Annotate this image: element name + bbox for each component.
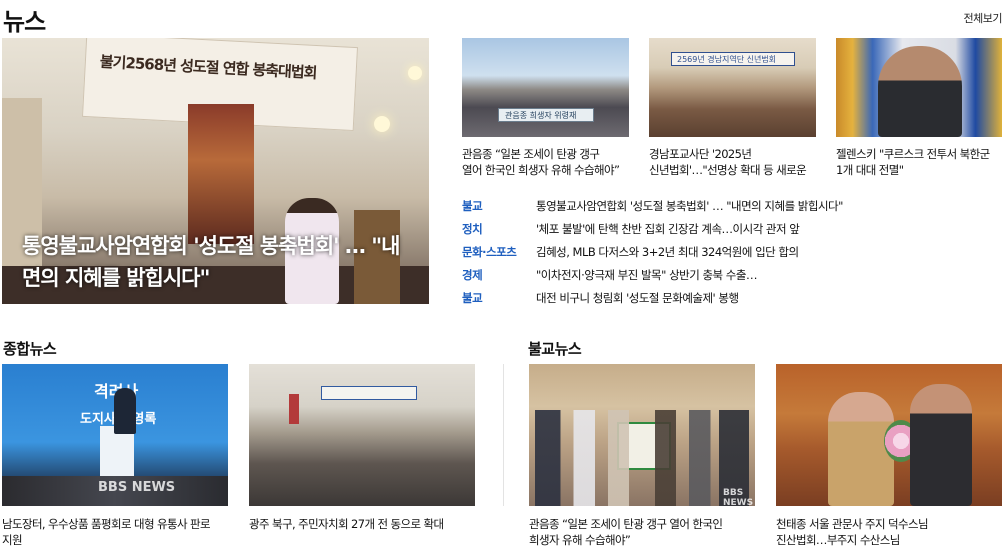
card-1-caption-line2: 지원 bbox=[2, 533, 23, 547]
thumb-news-3-image[interactable] bbox=[836, 38, 1002, 137]
card-2-flag bbox=[289, 394, 299, 424]
headline-title[interactable]: '체포 불발'에 탄핵 찬반 집회 긴장감 계속…이시각 관저 앞 bbox=[536, 221, 800, 237]
general-news-2-title[interactable]: 광주 북구, 주민자치회 27개 전 동으로 확대 bbox=[249, 516, 481, 532]
section-title-general-news[interactable]: 종합뉴스 bbox=[3, 338, 57, 359]
thumb-2-caption-line2: 신년법회'…"선명상 확대 등 새로운 bbox=[649, 163, 807, 177]
card-2-banner bbox=[321, 386, 417, 400]
buddhist-news-2-image[interactable] bbox=[776, 364, 1002, 506]
thumb-3-person bbox=[878, 46, 962, 137]
card-1-logo: BBS NEWS bbox=[98, 480, 176, 495]
card-3-logo: BBS NEWS bbox=[723, 488, 754, 506]
card-3-people bbox=[535, 410, 749, 506]
buddhist-news-2-title[interactable]: 천태종 서울 관문사 주지 덕수스님 진산법회…부주지 수산스님 bbox=[776, 516, 1002, 548]
card-2-caption-line1: 광주 북구, 주민자치회 27개 전 동으로 확대 bbox=[249, 517, 444, 531]
thumb-news-1-image[interactable]: 관음종 희생자 위령재 bbox=[462, 38, 629, 137]
hero-banner-text: 불기2568년 성도절 연합 봉축대법회 bbox=[99, 52, 317, 83]
section-title-buddhist-news[interactable]: 불교뉴스 bbox=[528, 338, 582, 359]
thumb-3-caption-line1: 젤렌스키 "쿠르스크 전투서 북한군 bbox=[836, 147, 990, 161]
hero-headline[interactable]: 통영불교사암연합회 '성도절 봉축법회' … "내면의 지혜를 밝힙시다" bbox=[22, 230, 412, 294]
headline-category[interactable]: 문화·스포츠 bbox=[462, 244, 517, 260]
section-divider bbox=[503, 364, 504, 506]
card-1-caption-line1: 남도장터, 우수상품 품평회로 대형 유통사 판로 bbox=[2, 517, 211, 531]
card-4-monk bbox=[828, 392, 894, 506]
thumb-2-caption-line1: 경남포교사단 '2025년 bbox=[649, 147, 752, 161]
buddhist-news-1-title[interactable]: 관음종 “일본 조세이 탄광 갱구 열어 한국인 희생자 유해 수습해야” bbox=[529, 516, 761, 548]
card-1-podium bbox=[100, 426, 134, 482]
thumb-1-caption-line1: 관음종 “일본 조세이 탄광 갱구 bbox=[462, 147, 600, 161]
hero-painting bbox=[188, 104, 254, 244]
thumb-1-caption-line2: 열어 한국인 희생자 유해 수습해야” bbox=[462, 163, 620, 177]
headline-category[interactable]: 불교 bbox=[462, 290, 483, 306]
general-news-1-image[interactable]: 격려사 도지사 김영록 BBS NEWS bbox=[2, 364, 228, 506]
general-news-1-title[interactable]: 남도장터, 우수상품 품평회로 대형 유통사 판로 지원 bbox=[2, 516, 234, 548]
thumb-news-1-title[interactable]: 관음종 “일본 조세이 탄광 갱구 열어 한국인 희생자 유해 수습해야” bbox=[462, 146, 630, 178]
thumb-news-2-title[interactable]: 경남포교사단 '2025년 신년법회'…"선명상 확대 등 새로운 bbox=[649, 146, 817, 178]
card-4-caption-line1: 천태종 서울 관문사 주지 덕수스님 bbox=[776, 517, 929, 531]
thumb-news-2-image[interactable]: 2569년 경남지역단 신년법회 bbox=[649, 38, 816, 137]
headline-title[interactable]: "이차전지·양극재 부진 발목" 상반기 충북 수출… bbox=[536, 267, 757, 283]
hero-news-card[interactable]: 불기2568년 성도절 연합 봉축대법회 통영불교사암연합회 '성도절 봉축법회… bbox=[2, 38, 429, 304]
headline-title[interactable]: 대전 비구니 청림회 '성도절 문화예술제' 봉행 bbox=[536, 290, 739, 306]
card-1-speaker bbox=[114, 388, 136, 434]
card-4-caption-line2: 진산법회…부주지 수산스님 bbox=[776, 533, 900, 547]
thumb-3-caption-line2: 1개 대대 전멸" bbox=[836, 163, 904, 177]
thumb-1-banner-text: 관음종 희생자 위령재 bbox=[505, 111, 577, 120]
page-title: 뉴스 bbox=[3, 8, 46, 36]
card-4-man bbox=[910, 384, 972, 506]
card-3-caption-line1: 관음종 “일본 조세이 탄광 갱구 열어 한국인 bbox=[529, 517, 723, 531]
hero-light bbox=[408, 66, 422, 80]
hero-light bbox=[374, 116, 390, 132]
thumb-2-banner-text: 2569년 경남지역단 신년법회 bbox=[677, 55, 777, 64]
general-news-2-image[interactable] bbox=[249, 364, 475, 506]
headline-title[interactable]: 통영불교사암연합회 '성도절 봉축법회' … "내면의 지혜를 밝힙시다" bbox=[536, 198, 843, 214]
headline-category[interactable]: 경제 bbox=[462, 267, 483, 283]
view-all-link[interactable]: 전체보기 bbox=[964, 10, 1002, 26]
headline-category[interactable]: 정치 bbox=[462, 221, 483, 237]
thumb-1-banner: 관음종 희생자 위령재 bbox=[498, 108, 594, 122]
thumb-2-banner: 2569년 경남지역단 신년법회 bbox=[671, 52, 795, 66]
thumb-news-3-title[interactable]: 젤렌스키 "쿠르스크 전투서 북한군 1개 대대 전멸" bbox=[836, 146, 1002, 178]
card-3-caption-line2: 희생자 유해 수습해야” bbox=[529, 533, 631, 547]
headline-category[interactable]: 불교 bbox=[462, 198, 483, 214]
buddhist-news-1-image[interactable]: BBS NEWS bbox=[529, 364, 755, 506]
headline-title[interactable]: 김혜성, MLB 다저스와 3+2년 최대 324억원에 입단 합의 bbox=[536, 244, 799, 260]
